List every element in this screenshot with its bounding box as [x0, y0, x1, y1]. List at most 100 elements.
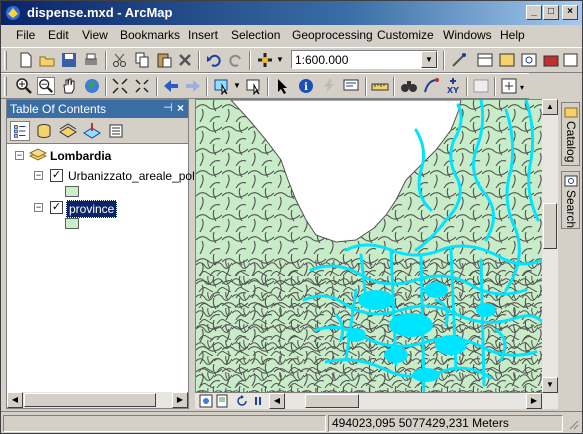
layer-visibility-checkbox[interactable]: ✓	[50, 201, 63, 214]
menu-view[interactable]: View	[82, 28, 108, 42]
resize-grip-icon[interactable]	[567, 418, 579, 430]
delete-icon[interactable]	[176, 51, 194, 69]
editor-toolbar-icon[interactable]	[450, 51, 468, 69]
cut-icon[interactable]	[111, 51, 129, 69]
html-popup-icon[interactable]	[342, 77, 360, 95]
options-icon[interactable]	[106, 121, 126, 141]
arctoolbox-icon[interactable]	[542, 51, 560, 69]
find-binoculars-icon[interactable]	[400, 77, 418, 95]
select-elements-pointer-icon[interactable]	[273, 77, 291, 95]
scroll-down-icon[interactable]: ▼	[542, 377, 558, 393]
collapse-layer-icon[interactable]: −	[34, 171, 43, 180]
pan-hand-icon[interactable]	[60, 77, 78, 95]
toolbar-separator	[443, 51, 445, 70]
add-data-dropdown-icon[interactable]: ▼	[276, 55, 284, 64]
toolbar-separator	[393, 77, 395, 96]
scroll-right-icon[interactable]: ▶	[526, 393, 542, 409]
identify-icon[interactable]: i	[297, 77, 315, 95]
menu-selection[interactable]: Selection	[231, 28, 280, 42]
scroll-thumb[interactable]	[543, 203, 557, 249]
chevron-down-icon[interactable]: ▼	[421, 51, 437, 68]
layout-view-icon[interactable]	[215, 394, 229, 408]
collapse-root-icon[interactable]: −	[15, 151, 24, 160]
copy-icon[interactable]	[133, 51, 151, 69]
refresh-icon[interactable]	[235, 394, 249, 408]
catalog-side-tab[interactable]: Catalog	[561, 102, 580, 166]
close-button[interactable]: ×	[562, 5, 578, 20]
list-by-drawing-order-icon[interactable]	[10, 121, 30, 141]
toolbar-grip[interactable]	[4, 77, 7, 96]
fixed-zoom-out-icon[interactable]	[133, 77, 151, 95]
measure-ruler-icon[interactable]	[371, 77, 389, 95]
search-window-icon[interactable]	[520, 51, 538, 69]
list-by-visibility-icon[interactable]	[58, 121, 78, 141]
search-side-tab[interactable]: Search	[561, 171, 580, 229]
select-dropdown-icon[interactable]: ▼	[233, 81, 241, 90]
catalog-window-icon[interactable]	[498, 51, 516, 69]
zoom-out-icon[interactable]	[37, 77, 55, 95]
find-route-icon[interactable]	[422, 77, 440, 95]
full-extent-globe-icon[interactable]	[83, 77, 101, 95]
menu-customize[interactable]: Customize	[377, 28, 434, 42]
layer-visibility-checkbox[interactable]: ✓	[50, 169, 63, 182]
menu-help[interactable]: Help	[500, 28, 525, 42]
print-icon[interactable]	[82, 51, 100, 69]
fixed-zoom-in-icon[interactable]	[111, 77, 129, 95]
toc-close-icon[interactable]: ×	[177, 101, 184, 115]
maximize-button[interactable]: □	[543, 5, 559, 20]
python-window-icon[interactable]	[562, 51, 580, 69]
paste-icon[interactable]	[155, 51, 173, 69]
pin-icon[interactable]: ⊣	[163, 101, 173, 114]
layer-symbol-swatch[interactable]	[65, 218, 79, 229]
hyperlink-lightning-icon[interactable]	[320, 77, 338, 95]
window-title: dispense.mxd - ArcMap	[27, 5, 173, 20]
menu-geoprocessing[interactable]: Geoprocessing	[292, 28, 373, 42]
collapse-layer-icon[interactable]: −	[34, 203, 43, 212]
standard-toolbar: ▼ 1:600.000 ▼	[1, 47, 582, 73]
toolbar-grip[interactable]	[4, 51, 7, 70]
clear-selection-icon[interactable]	[245, 77, 263, 95]
minimize-button[interactable]: _	[526, 5, 542, 20]
menu-file[interactable]: File	[16, 28, 35, 42]
create-viewer-window-icon[interactable]	[500, 77, 518, 95]
map-canvas[interactable]	[196, 100, 543, 393]
forward-extent-arrow-icon[interactable]	[184, 77, 202, 95]
layer-name-selected[interactable]: province	[66, 200, 118, 218]
menu-bookmarks[interactable]: Bookmarks	[120, 28, 180, 42]
time-slider-icon[interactable]	[472, 77, 490, 95]
scroll-thumb[interactable]	[305, 394, 359, 408]
map-vertical-scrollbar[interactable]: ▲ ▼	[542, 99, 558, 393]
toolbar-separator	[365, 77, 367, 96]
toc-header: Table Of Contents ⊣ ×	[7, 100, 188, 118]
add-data-icon[interactable]	[256, 51, 274, 69]
undo-icon[interactable]	[205, 51, 223, 69]
new-document-icon[interactable]	[17, 51, 35, 69]
menu-edit[interactable]: Edit	[48, 28, 69, 42]
scroll-left-icon[interactable]: ◀	[7, 392, 23, 408]
menu-insert[interactable]: Insert	[188, 28, 218, 42]
list-by-selection-icon[interactable]	[82, 121, 102, 141]
save-icon[interactable]	[60, 51, 78, 69]
go-to-xy-icon[interactable]: XY	[444, 77, 462, 95]
list-by-source-icon[interactable]	[34, 121, 54, 141]
menu-windows[interactable]: Windows	[443, 28, 492, 42]
scroll-thumb[interactable]	[24, 393, 156, 407]
pause-drawing-icon[interactable]	[251, 394, 265, 408]
toolbar-overflow-icon[interactable]: ▾	[520, 83, 524, 92]
layer-symbol-swatch[interactable]	[65, 186, 79, 197]
scroll-right-icon[interactable]: ▶	[172, 392, 188, 408]
open-folder-icon[interactable]	[38, 51, 56, 69]
back-extent-arrow-icon[interactable]	[162, 77, 180, 95]
data-frame-name[interactable]: Lombardia	[50, 149, 111, 163]
toc-horizontal-scrollbar[interactable]: ◀ ▶	[7, 392, 188, 408]
zoom-in-icon[interactable]	[15, 77, 33, 95]
map-display[interactable]	[195, 99, 543, 393]
scroll-up-icon[interactable]: ▲	[542, 99, 558, 115]
redo-icon[interactable]	[227, 51, 245, 69]
layer-name[interactable]: Urbanizzato_areale_poly	[68, 169, 201, 183]
select-features-icon[interactable]	[213, 77, 231, 95]
table-of-contents-icon[interactable]	[476, 51, 494, 69]
scroll-left-icon[interactable]: ◀	[269, 393, 285, 409]
map-scale-combobox[interactable]: 1:600.000 ▼	[291, 50, 438, 69]
data-view-icon[interactable]	[199, 394, 213, 408]
